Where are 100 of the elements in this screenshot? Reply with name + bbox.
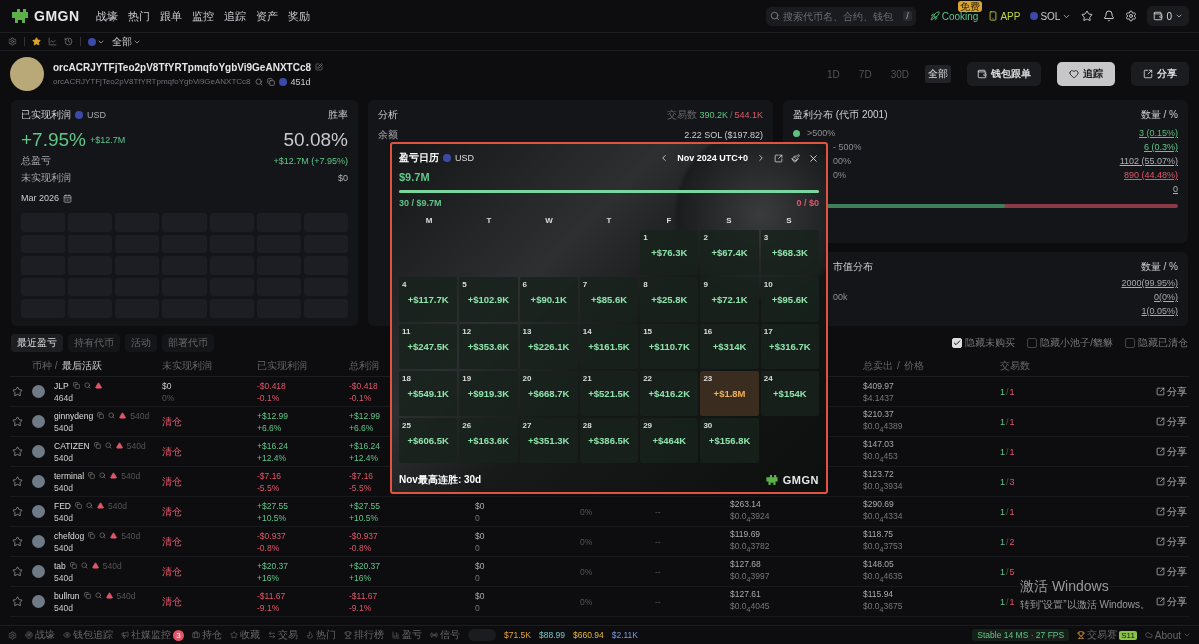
- favorite-star-icon[interactable]: [12, 506, 23, 517]
- calendar-day-cell[interactable]: 29 +$464K: [640, 418, 699, 463]
- calendar-day-cell[interactable]: 1 +$76.3K: [640, 230, 699, 275]
- bottom-nav-link[interactable]: 收藏: [230, 628, 260, 642]
- calendar-icon[interactable]: [63, 193, 73, 203]
- about-link[interactable]: About: [1144, 629, 1191, 641]
- favorite-star-icon[interactable]: [12, 386, 23, 397]
- brush-icon[interactable]: [791, 153, 800, 163]
- bottom-nav-link[interactable]: 热门: [306, 628, 336, 642]
- token-name[interactable]: JLP: [54, 380, 69, 391]
- calendar-day-cell[interactable]: 14 +$161.5K: [579, 324, 639, 369]
- settings-icon[interactable]: [8, 630, 17, 640]
- search-icon[interactable]: [80, 562, 88, 569]
- count-link[interactable]: 2000(99.95%): [1121, 278, 1178, 288]
- calendar-day-cell[interactable]: 15 +$110.7K: [640, 324, 699, 369]
- tab[interactable]: 最近盈亏: [11, 334, 63, 352]
- bottom-nav-link[interactable]: 信号: [430, 628, 460, 642]
- favorites-button[interactable]: [1081, 10, 1094, 22]
- bottom-nav-link[interactable]: 交易: [268, 628, 298, 642]
- favorite-star-icon[interactable]: [12, 566, 23, 577]
- copy-icon[interactable]: [266, 77, 275, 86]
- cooking-link[interactable]: Cooking: [929, 10, 979, 22]
- history-icon[interactable]: [64, 37, 73, 46]
- share-button[interactable]: 分享: [1131, 62, 1189, 86]
- edit-icon[interactable]: [315, 63, 323, 71]
- nav-link[interactable]: 监控: [191, 8, 214, 24]
- nav-link[interactable]: 战壕: [95, 8, 118, 24]
- calendar-day-cell[interactable]: 19 +$919.3K: [459, 371, 518, 416]
- next-month-button[interactable]: [756, 153, 766, 163]
- count-link[interactable]: 1(0.05%): [1141, 306, 1178, 316]
- share-link[interactable]: 分享: [1156, 504, 1187, 519]
- bottom-nav-link[interactable]: 钱包追踪: [63, 628, 113, 642]
- copy-icon[interactable]: [88, 472, 96, 479]
- share-link[interactable]: 分享: [1156, 594, 1187, 609]
- count-link[interactable]: 0: [1173, 184, 1178, 194]
- favorite-star-icon[interactable]: [12, 446, 23, 457]
- calendar-day-cell[interactable]: 13 +$226.1K: [519, 324, 578, 369]
- filter-checkbox[interactable]: 隐藏已清仓: [1125, 336, 1188, 350]
- token-name[interactable]: bullrun: [54, 590, 80, 601]
- share-link[interactable]: 分享: [1156, 444, 1187, 459]
- bottom-nav-link[interactable]: 持仓: [192, 628, 222, 642]
- token-name[interactable]: terminal: [54, 470, 85, 481]
- calendar-day-cell[interactable]: 28 +$386.5K: [579, 418, 639, 463]
- count-link[interactable]: 6 (0.3%): [1144, 142, 1178, 152]
- follow-button[interactable]: 追踪: [1057, 62, 1115, 86]
- search-icon[interactable]: [254, 77, 263, 86]
- search-icon[interactable]: [83, 382, 91, 389]
- filter-checkbox[interactable]: 隐藏未购买: [952, 336, 1016, 350]
- copy-icon[interactable]: [97, 412, 105, 419]
- share-link[interactable]: 分享: [1156, 534, 1187, 549]
- copytrade-button[interactable]: 钱包跟单: [967, 62, 1041, 86]
- favorite-star-icon[interactable]: [12, 596, 23, 607]
- search-field[interactable]: 搜索代币名、合约、钱包 /: [765, 6, 916, 26]
- calendar-day-cell[interactable]: 26 +$163.6K: [459, 418, 518, 463]
- token-name[interactable]: FED: [54, 500, 71, 511]
- sort-header[interactable]: 最后活跃: [61, 358, 102, 373]
- share-link[interactable]: 分享: [1156, 474, 1187, 489]
- notifications-button[interactable]: [1103, 10, 1116, 22]
- search-icon[interactable]: [99, 472, 107, 479]
- search-icon[interactable]: [104, 442, 112, 449]
- column-header[interactable]: 总卖出: [863, 358, 893, 373]
- search-icon[interactable]: [94, 592, 102, 599]
- period-tab[interactable]: 全部: [925, 65, 951, 83]
- calendar-day-cell[interactable]: 6 +$90.1K: [519, 277, 578, 322]
- search-icon[interactable]: [99, 532, 107, 539]
- filter-dropdown[interactable]: 全部: [112, 34, 141, 49]
- column-header[interactable]: 价格: [903, 358, 924, 373]
- wallet-button[interactable]: 0: [1147, 6, 1189, 26]
- settings-icon[interactable]: [8, 37, 17, 46]
- copy-icon[interactable]: [93, 442, 101, 449]
- share-link[interactable]: 分享: [1156, 564, 1187, 579]
- calendar-day-cell[interactable]: 10 +$95.6K: [760, 277, 819, 322]
- calendar-day-cell[interactable]: 21 +$521.5K: [579, 371, 639, 416]
- chain-selector[interactable]: SOL: [1030, 10, 1072, 22]
- favorite-star-icon[interactable]: [12, 536, 23, 547]
- logo-text[interactable]: GMGN: [34, 8, 80, 24]
- bottom-nav-link[interactable]: 盈亏: [392, 628, 422, 642]
- count-link[interactable]: 1102 (55.07%): [1119, 156, 1178, 166]
- copy-icon[interactable]: [83, 592, 91, 599]
- calendar-day-cell[interactable]: 7 +$85.6K: [579, 277, 639, 322]
- calendar-day-cell[interactable]: 8 +$25.8K: [640, 277, 699, 322]
- calendar-day-cell[interactable]: 23 +$1.8M: [700, 371, 759, 416]
- filter-checkbox[interactable]: 隐藏小池子/貔貅: [1027, 336, 1113, 350]
- token-name[interactable]: ginnydeng: [54, 410, 94, 421]
- calendar-day-cell[interactable]: 2 +$67.4K: [700, 230, 759, 275]
- share-icon[interactable]: [774, 153, 783, 163]
- settings-button[interactable]: [1125, 10, 1138, 22]
- copy-icon[interactable]: [75, 502, 82, 509]
- count-link[interactable]: 890 (44.48%): [1123, 170, 1178, 180]
- close-button[interactable]: [808, 152, 819, 164]
- token-name[interactable]: CATIZEN: [54, 440, 90, 451]
- chain-dropdown[interactable]: [88, 37, 105, 46]
- star-icon[interactable]: [32, 37, 41, 46]
- calendar-day-cell[interactable]: 18 +$549.1K: [399, 371, 458, 416]
- calendar-day-cell[interactable]: 4 +$117.7K: [399, 277, 458, 322]
- calendar-day-cell[interactable]: 24 +$154K: [760, 371, 819, 416]
- calendar-day-cell[interactable]: 11 +$247.5K: [399, 324, 458, 369]
- calendar-day-cell[interactable]: 12 +$353.6K: [459, 324, 518, 369]
- chart-icon[interactable]: [48, 37, 57, 46]
- favorite-star-icon[interactable]: [12, 476, 23, 487]
